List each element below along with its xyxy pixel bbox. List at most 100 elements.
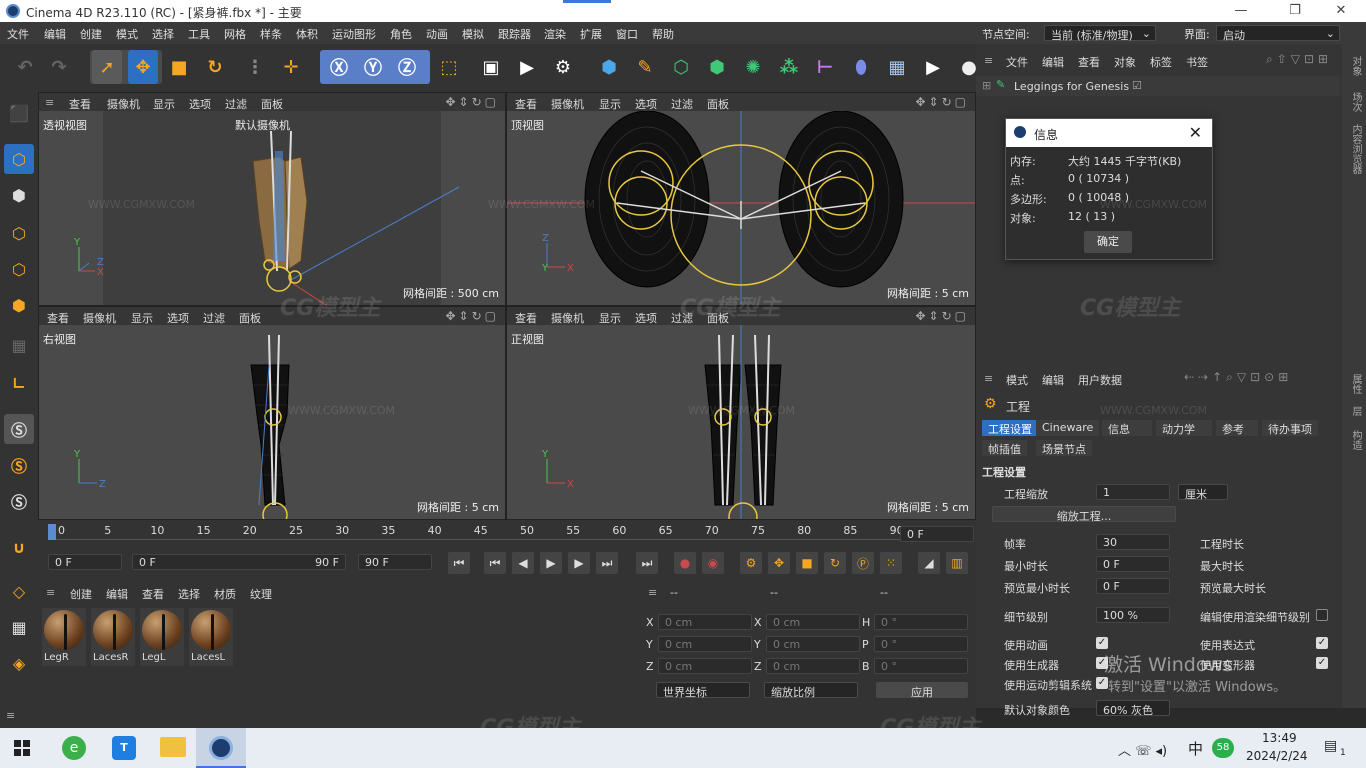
object-row[interactable]: ⊞ ✎ Leggings for Genesis ☑: [976, 76, 1340, 96]
cube-icon[interactable]: ⬢: [594, 50, 624, 84]
next-frame-icon[interactable]: ▶: [568, 552, 590, 574]
preview-min-field[interactable]: 0 F: [1096, 578, 1170, 594]
obj-menu-tag[interactable]: 标签: [1150, 54, 1172, 70]
side-tab-content-browser[interactable]: 内容浏览器: [1348, 124, 1363, 174]
obj-menu-object[interactable]: 对象: [1114, 54, 1136, 70]
current-frame-field[interactable]: 0 F: [900, 526, 974, 542]
vp-menu-filter[interactable]: 过滤: [203, 310, 225, 326]
vp-menu-display[interactable]: 显示: [599, 310, 621, 326]
pen-icon[interactable]: ✎: [630, 50, 660, 84]
menu-character[interactable]: 角色: [390, 26, 412, 42]
menu-simulate[interactable]: 模拟: [462, 26, 484, 42]
vp-menu-panel[interactable]: 面板: [707, 310, 729, 326]
hamburger-icon[interactable]: ≡: [45, 96, 54, 109]
hamburger-icon[interactable]: ≡: [984, 54, 993, 67]
texture-mode-icon[interactable]: ⬢: [4, 180, 34, 210]
default-color-dropdown[interactable]: 60% 灰色: [1096, 700, 1170, 717]
vp-menu-display[interactable]: 显示: [599, 96, 621, 112]
vp-menu-display[interactable]: 显示: [153, 96, 175, 112]
make-editable-icon[interactable]: ⬛: [4, 98, 34, 128]
world-coord-dropdown[interactable]: 世界坐标: [656, 682, 750, 699]
mat-menu-texture[interactable]: 纹理: [250, 586, 272, 602]
mat-menu-view[interactable]: 查看: [142, 586, 164, 602]
close-button[interactable]: ✕: [1326, 3, 1356, 18]
vp-menu-filter[interactable]: 过滤: [671, 310, 693, 326]
material-item[interactable]: LacesL: [189, 608, 233, 666]
side-tab-attributes[interactable]: 属性: [1348, 374, 1363, 394]
sound-icon[interactable]: ◢: [918, 552, 940, 574]
vp-menu-view[interactable]: 查看: [515, 96, 537, 112]
vp-menu-display[interactable]: 显示: [131, 310, 153, 326]
undo-icon[interactable]: ↶: [10, 50, 40, 84]
search-icon[interactable]: ⌕⇧▽⊡⊞: [1266, 52, 1332, 67]
vp-menu-camera[interactable]: 摄像机: [107, 96, 140, 112]
menu-tools[interactable]: 工具: [188, 26, 210, 42]
coord-field[interactable]: 0 cm: [766, 658, 860, 674]
apply-button[interactable]: 应用: [876, 682, 968, 699]
menu-edit[interactable]: 编辑: [44, 26, 66, 42]
menu-animate[interactable]: 动画: [426, 26, 448, 42]
mat-menu-create[interactable]: 创建: [70, 586, 92, 602]
viewport-perspective[interactable]: 查看 摄像机 显示 选项 过滤 面板 ≡ ✥⇕↻▢ Y XZ 透视视图 默认摄像机…: [38, 92, 506, 306]
viewport-front[interactable]: 查看 摄像机 显示 选项 过滤 面板 ✥⇕↻▢ YX 正视图 网格间距 : 5 …: [506, 306, 976, 520]
menu-file[interactable]: 文件: [7, 26, 29, 42]
expand-icon[interactable]: ⊞: [982, 79, 991, 92]
end-frame-field[interactable]: 90 F: [358, 554, 432, 570]
z-axis-icon[interactable]: Ⓩ: [392, 50, 422, 84]
cloner-icon[interactable]: ✺: [738, 50, 768, 84]
tab-project-settings[interactable]: 工程设置: [982, 420, 1038, 436]
coord-field[interactable]: 0 cm: [766, 636, 860, 652]
snap-settings-icon[interactable]: Ⓢ: [4, 450, 34, 480]
security-badge[interactable]: 58: [1212, 738, 1234, 758]
model-mode-icon[interactable]: ⬡: [4, 144, 34, 174]
material-item[interactable]: LacesR: [91, 608, 135, 666]
tab-cineware[interactable]: Cineware: [1036, 420, 1100, 436]
minimize-button[interactable]: —: [1226, 3, 1256, 18]
menu-create[interactable]: 创建: [80, 26, 102, 42]
rotate-tool-icon[interactable]: ↻: [200, 50, 230, 84]
use-animation-checkbox[interactable]: ✓: [1096, 637, 1108, 649]
floor-icon[interactable]: ▦: [882, 50, 912, 84]
planar-workplane-icon[interactable]: ◈: [4, 648, 34, 678]
menu-select[interactable]: 选择: [152, 26, 174, 42]
coordinate-system-icon[interactable]: ⬚: [434, 50, 464, 84]
unit-dropdown[interactable]: 厘米: [1178, 484, 1228, 501]
side-tab-objects[interactable]: 对象: [1348, 56, 1363, 76]
fps-field[interactable]: 30: [1096, 534, 1170, 550]
attr-menu-userdata[interactable]: 用户数据: [1078, 372, 1122, 388]
scale-tool-icon[interactable]: ■: [164, 50, 194, 84]
vp-menu-panel[interactable]: 面板: [261, 96, 283, 112]
obj-menu-file[interactable]: 文件: [1006, 54, 1028, 70]
viewport-nav-icons[interactable]: ✥⇕↻▢: [915, 95, 969, 109]
autokey-icon[interactable]: ◉: [702, 552, 724, 574]
play-icon[interactable]: ▶: [540, 552, 562, 574]
ok-button[interactable]: 确定: [1084, 231, 1132, 253]
prev-frame-icon[interactable]: ◀: [512, 552, 534, 574]
vp-menu-view[interactable]: 查看: [515, 310, 537, 326]
vp-menu-view[interactable]: 查看: [69, 96, 91, 112]
subdivision-icon[interactable]: ⬡: [666, 50, 696, 84]
edges-mode-icon[interactable]: ⬡: [4, 254, 34, 284]
camera-icon[interactable]: ▶: [918, 50, 948, 84]
prev-key-icon[interactable]: ⏮: [484, 552, 506, 574]
points-mode-icon[interactable]: ⬡: [4, 218, 34, 248]
tab-info[interactable]: 信息: [1102, 420, 1152, 436]
workplane-icon[interactable]: ◇: [4, 576, 34, 606]
side-tab-takes[interactable]: 场次: [1348, 92, 1363, 112]
vp-menu-options[interactable]: 选项: [189, 96, 211, 112]
obj-menu-view[interactable]: 查看: [1078, 54, 1100, 70]
render-icon[interactable]: ▶: [512, 50, 542, 84]
mograph-icon[interactable]: ⁂: [774, 50, 804, 84]
x-axis-icon[interactable]: Ⓧ: [324, 50, 354, 84]
use-expressions-checkbox[interactable]: ✓: [1316, 637, 1328, 649]
key-param-icon[interactable]: Ⓟ: [852, 552, 874, 574]
tab-reference[interactable]: 参考: [1216, 420, 1258, 436]
deformer-icon[interactable]: ⊢: [810, 50, 840, 84]
browser-icon[interactable]: e: [62, 736, 86, 760]
vp-menu-camera[interactable]: 摄像机: [83, 310, 116, 326]
vp-menu-options[interactable]: 选项: [167, 310, 189, 326]
file-explorer-icon[interactable]: [160, 737, 186, 757]
ime-indicator[interactable]: 中: [1188, 738, 1203, 759]
key-position-icon[interactable]: ✥: [768, 552, 790, 574]
vp-menu-options[interactable]: 选项: [635, 96, 657, 112]
